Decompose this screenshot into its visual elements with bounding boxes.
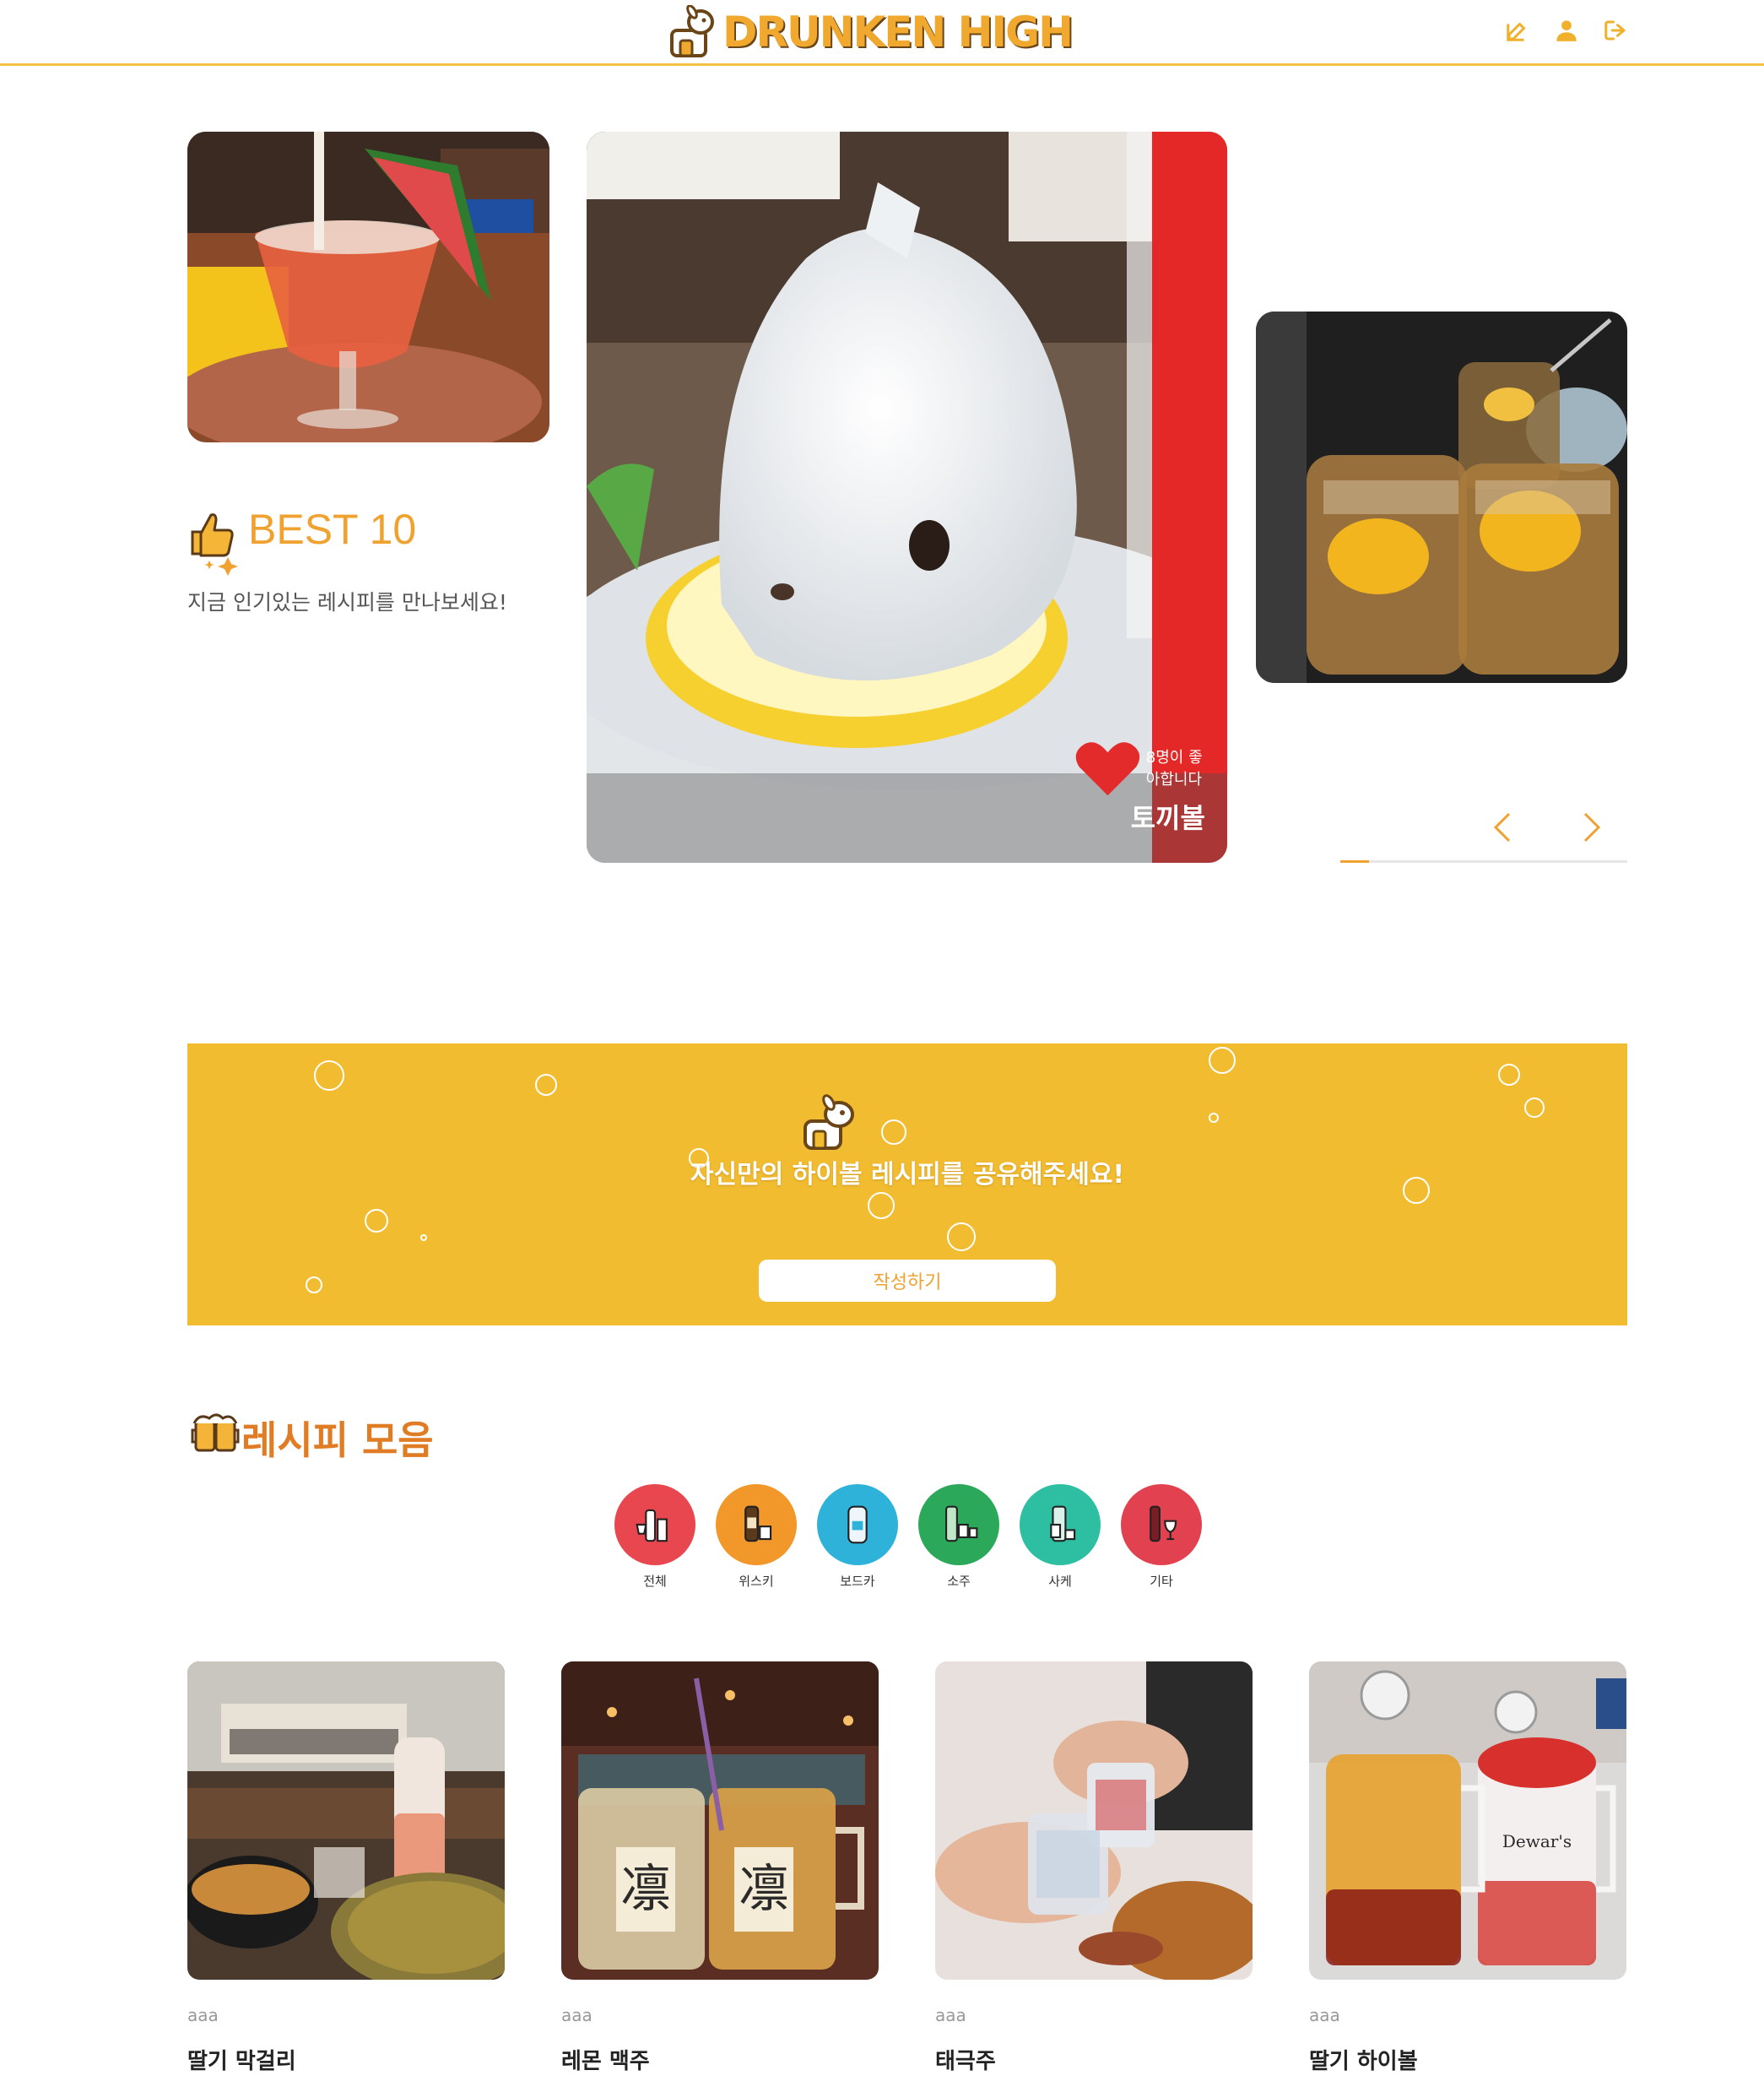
edit-icon[interactable] bbox=[1502, 15, 1533, 46]
slide-likes-text: 8명이 좋아합니다 bbox=[1145, 748, 1203, 789]
bubble-decoration bbox=[1524, 1097, 1545, 1118]
recipe-card-author: aaa bbox=[187, 2005, 219, 2025]
recipe-card-image bbox=[935, 1661, 1253, 1980]
svg-text:凛: 凛 bbox=[620, 1860, 671, 1919]
chevron-right-icon bbox=[1583, 812, 1601, 843]
recipe-card[interactable]: Dewar's aaa 딸기 하이볼 bbox=[1309, 1661, 1626, 2075]
top-header: DRUNKEN HIGH bbox=[0, 0, 1764, 66]
logout-icon[interactable] bbox=[1600, 15, 1631, 46]
recipe-card-title: 딸기 하이볼 bbox=[1309, 2049, 1418, 2074]
best-subtitle: 지금 인기있는 레시피를 만나보세요! bbox=[187, 590, 507, 615]
recipe-card-title: 레몬 맥주 bbox=[561, 2049, 650, 2074]
write-recipe-button[interactable]: 작성하기 bbox=[759, 1260, 1056, 1302]
best-slide-prev-photo[interactable] bbox=[187, 132, 549, 442]
sake-icon bbox=[1020, 1484, 1101, 1565]
best-title-block: BEST 10 bbox=[187, 505, 441, 581]
carousel-prev-button[interactable] bbox=[1484, 806, 1521, 848]
recipe-card-title: 태극주 bbox=[935, 2049, 996, 2074]
bubble-decoration bbox=[420, 1234, 427, 1241]
bubble-decoration bbox=[365, 1209, 388, 1233]
logo-text: DRUNKEN HIGH bbox=[722, 8, 1074, 57]
bubble-decoration bbox=[1498, 1064, 1520, 1086]
carousel-progress bbox=[1340, 860, 1627, 863]
recipe-card-image: Dewar's bbox=[1309, 1661, 1626, 1980]
site-logo[interactable]: DRUNKEN HIGH bbox=[667, 3, 1074, 61]
carousel-next-button[interactable] bbox=[1573, 806, 1610, 848]
category-item[interactable]: 소주 bbox=[917, 1484, 1001, 1590]
recipe-card-author: aaa bbox=[935, 2005, 966, 2025]
recipe-card[interactable]: aaa 딸기 막걸리 bbox=[187, 1661, 505, 2075]
carousel-progress-fill bbox=[1340, 860, 1369, 863]
whisky-icon bbox=[716, 1484, 797, 1565]
bubble-decoration bbox=[306, 1276, 322, 1293]
svg-text:凛: 凛 bbox=[739, 1860, 789, 1919]
recipe-card-title: 딸기 막걸리 bbox=[187, 2049, 296, 2074]
recipe-card-image: 凛 凛 bbox=[561, 1661, 879, 1980]
rabbit-logo-icon bbox=[670, 5, 714, 57]
category-label: 보드카 bbox=[840, 1574, 875, 1589]
category-item[interactable]: 기타 bbox=[1119, 1484, 1204, 1590]
banner-text: 자신만의 하이볼 레시피를 공유해주세요! bbox=[690, 1160, 1125, 1190]
bubble-decoration bbox=[535, 1074, 557, 1096]
svg-text:Dewar's: Dewar's bbox=[1502, 1831, 1572, 1851]
recipe-card[interactable]: aaa 태극주 bbox=[935, 1661, 1253, 2075]
recipe-card-author: aaa bbox=[1309, 2005, 1340, 2025]
wine-icon bbox=[1121, 1484, 1202, 1565]
recipe-card-image bbox=[187, 1661, 505, 1980]
category-item[interactable]: 위스키 bbox=[714, 1484, 798, 1590]
thumbs-up-icon bbox=[191, 513, 238, 576]
category-label: 소주 bbox=[947, 1574, 971, 1589]
category-item[interactable]: 보드카 bbox=[815, 1484, 900, 1590]
bubble-decoration bbox=[1209, 1113, 1219, 1123]
rabbit-mascot-icon bbox=[804, 1094, 854, 1150]
vodka-icon bbox=[817, 1484, 898, 1565]
category-item[interactable]: 전체 bbox=[613, 1484, 697, 1590]
bubble-decoration bbox=[881, 1119, 906, 1145]
category-label: 위스키 bbox=[739, 1574, 774, 1589]
bottles-icon bbox=[614, 1484, 695, 1565]
share-recipe-banner: 자신만의 하이볼 레시피를 공유해주세요! 작성하기 bbox=[187, 1043, 1627, 1325]
bubble-decoration bbox=[947, 1222, 976, 1251]
recipe-card-author: aaa bbox=[561, 2005, 593, 2025]
chevron-left-icon bbox=[1493, 812, 1511, 843]
category-label: 사케 bbox=[1048, 1574, 1072, 1589]
slide-title: 토끼볼 bbox=[1130, 802, 1205, 834]
bubble-decoration bbox=[1209, 1047, 1236, 1074]
heart-icon bbox=[1075, 742, 1140, 796]
best-slide-next-photo[interactable] bbox=[1256, 312, 1627, 683]
best-main-slide[interactable]: 8명이 좋아합니다 토끼볼 bbox=[587, 132, 1227, 863]
category-label: 전체 bbox=[643, 1574, 667, 1589]
bubble-decoration bbox=[868, 1192, 895, 1219]
best-title: BEST 10 bbox=[248, 506, 417, 553]
bubble-decoration bbox=[314, 1060, 344, 1091]
recipes-title: 레시피 모음 bbox=[241, 1417, 434, 1463]
slide-likes: 8명이 좋아합니다 bbox=[1073, 735, 1205, 799]
user-icon[interactable] bbox=[1551, 15, 1582, 46]
recipe-card[interactable]: 凛 凛 aaa 레몬 맥주 bbox=[561, 1661, 879, 2075]
beer-mugs-icon bbox=[191, 1413, 240, 1452]
category-label: 기타 bbox=[1150, 1574, 1173, 1589]
category-item[interactable]: 사케 bbox=[1018, 1484, 1102, 1590]
soju-icon bbox=[918, 1484, 999, 1565]
